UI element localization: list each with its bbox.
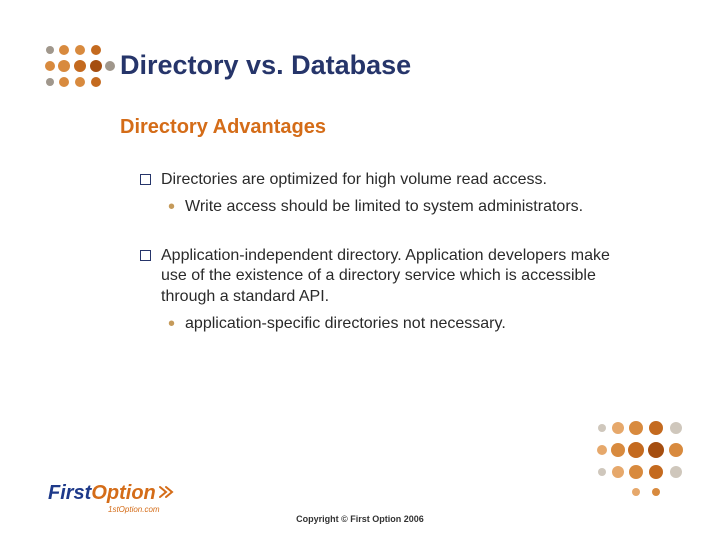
logo-first-text: First xyxy=(48,482,91,504)
content-area: Directories are optimized for high volum… xyxy=(140,170,620,363)
decorative-dots-lower xyxy=(590,410,690,500)
slide-subtitle: Directory Advantages xyxy=(120,116,326,139)
square-bullet-icon xyxy=(140,250,151,261)
logo-subtext: 1stOption.com xyxy=(108,505,160,514)
decorative-dots-upper xyxy=(40,40,120,100)
arrow-icon xyxy=(158,482,176,505)
dot-bullet-icon: • xyxy=(168,199,175,215)
sub-bullet-text: Write access should be limited to system… xyxy=(185,197,583,218)
sub-bullet-item: • application-specific directories not n… xyxy=(168,314,620,335)
slide-title: Directory vs. Database xyxy=(120,50,411,81)
bullet-item: Application-independent directory. Appli… xyxy=(140,246,620,308)
logo: FirstOption xyxy=(48,482,176,505)
bullet-text: Application-independent directory. Appli… xyxy=(161,246,620,308)
bullet-item: Directories are optimized for high volum… xyxy=(140,170,620,191)
copyright-text: Copyright © First Option 2006 xyxy=(0,514,720,524)
logo-option-text: Option xyxy=(91,482,155,504)
bullet-text: Directories are optimized for high volum… xyxy=(161,170,547,191)
sub-bullet-item: • Write access should be limited to syst… xyxy=(168,197,620,218)
square-bullet-icon xyxy=(140,174,151,185)
sub-bullet-text: application-specific directories not nec… xyxy=(185,314,506,335)
dot-bullet-icon: • xyxy=(168,316,175,332)
